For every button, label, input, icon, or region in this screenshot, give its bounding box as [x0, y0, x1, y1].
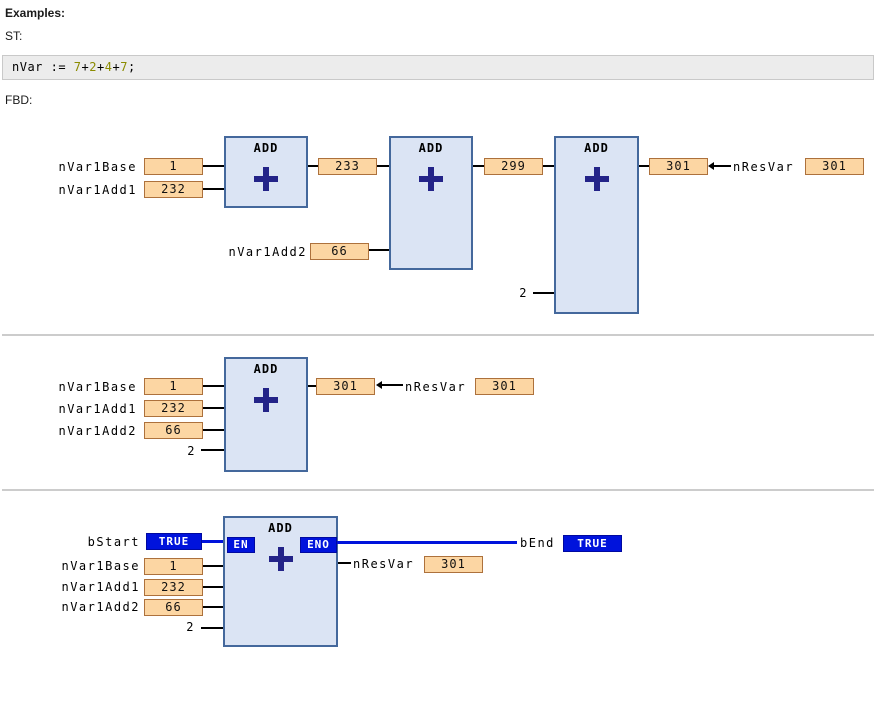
wire	[203, 429, 224, 431]
wire	[308, 165, 318, 167]
value-box-output-301: 301	[649, 158, 708, 175]
plus-icon	[254, 167, 278, 191]
value-box-intermediate-299: 299	[484, 158, 543, 175]
value-box-output-301: 301	[316, 378, 375, 395]
st-code-block: nVar := 7+2+4+7;	[2, 55, 874, 80]
value-box-nresvar: 301	[424, 556, 483, 573]
wire	[533, 292, 554, 294]
wire	[203, 188, 224, 190]
label-bend: bEnd	[520, 536, 555, 550]
label-nvar1base: nVar1Base	[58, 160, 137, 174]
blue-wire	[337, 541, 517, 544]
st-section-label: ST:	[5, 29, 23, 43]
wire	[382, 384, 403, 386]
bool-box-bstart: TRUE	[146, 533, 202, 550]
label-nvar1add2: nVar1Add2	[58, 424, 137, 438]
add-block-2: ADD	[389, 136, 473, 270]
code-token: ;	[127, 60, 136, 74]
label-nvar1add2: nVar1Add2	[228, 245, 307, 259]
wire	[639, 165, 649, 167]
wire	[308, 385, 316, 387]
wire	[203, 606, 223, 608]
separator	[2, 334, 874, 336]
label-nvar1add1: nVar1Add1	[61, 580, 140, 594]
label-const-2: 2	[186, 620, 195, 634]
wire	[338, 562, 351, 564]
label-nresvar: nResVar	[733, 160, 795, 174]
eno-pin: ENO	[300, 537, 337, 553]
wire	[203, 165, 224, 167]
plus-icon	[584, 167, 609, 191]
en-pin: EN	[227, 537, 255, 553]
label-const-2: 2	[187, 444, 196, 458]
plus-icon	[268, 547, 293, 571]
code-token-number: 2	[89, 60, 97, 74]
wire	[714, 165, 731, 167]
code-token-number: 7	[73, 60, 82, 74]
wire	[473, 165, 484, 167]
value-box-nvar1base: 1	[144, 158, 203, 175]
wire	[203, 565, 223, 567]
wire	[203, 407, 224, 409]
value-box-nvar1add2: 66	[144, 599, 203, 616]
wire	[203, 385, 224, 387]
wire	[201, 627, 223, 629]
documentation-page: Examples: ST: nVar := 7+2+4+7; FBD: nVar…	[0, 0, 876, 708]
label-nvar1add2: nVar1Add2	[61, 600, 140, 614]
add-block-1: ADD	[224, 136, 308, 208]
value-box-nvar1add1: 232	[144, 400, 203, 417]
value-box-nresvar: 301	[475, 378, 534, 395]
value-box-intermediate-233: 233	[318, 158, 377, 175]
wire	[543, 165, 554, 167]
label-const-2: 2	[519, 286, 528, 300]
label-bstart: bStart	[87, 535, 140, 549]
fbd-section-label: FBD:	[5, 93, 33, 107]
value-box-nvar1add1: 232	[144, 181, 203, 198]
value-box-nvar1base: 1	[144, 558, 203, 575]
add-block-3: ADD	[554, 136, 639, 314]
label-nvar1base: nVar1Base	[58, 380, 137, 394]
add-block: ADD	[224, 357, 308, 472]
add-block-title: ADD	[268, 521, 293, 535]
code-token: +	[97, 60, 105, 74]
value-box-nvar1add1: 232	[144, 579, 203, 596]
examples-heading: Examples:	[5, 6, 66, 20]
blue-wire	[202, 540, 223, 543]
label-nresvar: nResVar	[405, 380, 467, 394]
wire	[369, 249, 389, 251]
label-nvar1base: nVar1Base	[61, 559, 140, 573]
plus-icon	[419, 167, 443, 191]
wire	[203, 586, 223, 588]
value-box-nresvar: 301	[805, 158, 864, 175]
add-block-title: ADD	[253, 362, 279, 376]
add-block-en-eno: ADD	[223, 516, 338, 647]
code-token: nVar :=	[12, 60, 74, 74]
bool-box-bend: TRUE	[563, 535, 622, 552]
label-nvar1add1: nVar1Add1	[58, 183, 137, 197]
wire	[201, 449, 224, 451]
add-block-title: ADD	[584, 141, 609, 155]
add-block-title: ADD	[253, 141, 279, 155]
code-token-number: 7	[120, 60, 128, 74]
plus-icon	[254, 388, 278, 412]
add-block-title: ADD	[418, 141, 444, 155]
value-box-nvar1add2: 66	[310, 243, 369, 260]
value-box-nvar1add2: 66	[144, 422, 203, 439]
wire	[377, 165, 389, 167]
label-nresvar: nResVar	[353, 557, 415, 571]
value-box-nvar1base: 1	[144, 378, 203, 395]
label-nvar1add1: nVar1Add1	[58, 402, 137, 416]
separator	[2, 489, 874, 491]
